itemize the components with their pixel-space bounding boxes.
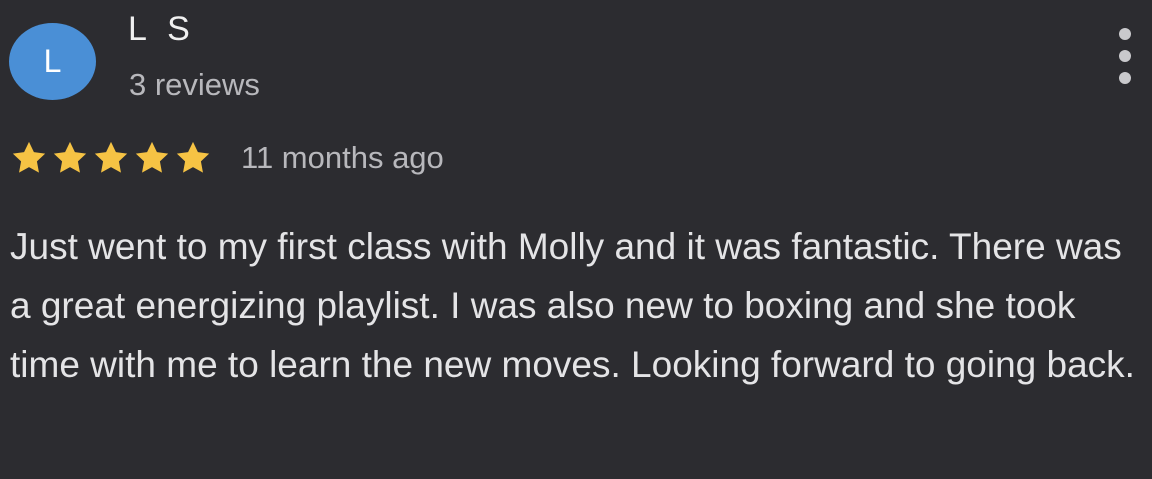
star-icon [12,141,46,173]
review-date: 11 months ago [241,140,444,175]
star-icon [94,141,128,173]
rating-row: 11 months ago [9,138,444,178]
review-card: L L S 3 reviews 11 months ago Just went … [0,0,1152,479]
author-name[interactable]: L S [128,10,196,49]
review-text: Just went to my first class with Molly a… [10,226,1135,385]
avatar[interactable]: L [9,23,96,100]
star-icon [176,141,210,173]
star-icon [53,141,87,173]
star-rating [9,139,213,177]
more-options-button[interactable] [1110,28,1140,84]
more-vertical-icon [1119,72,1131,84]
star-icon [135,141,169,173]
more-vertical-icon [1119,28,1131,40]
avatar-letter: L [43,43,62,79]
more-vertical-icon [1119,50,1131,62]
review-count[interactable]: 3 reviews [129,67,260,103]
